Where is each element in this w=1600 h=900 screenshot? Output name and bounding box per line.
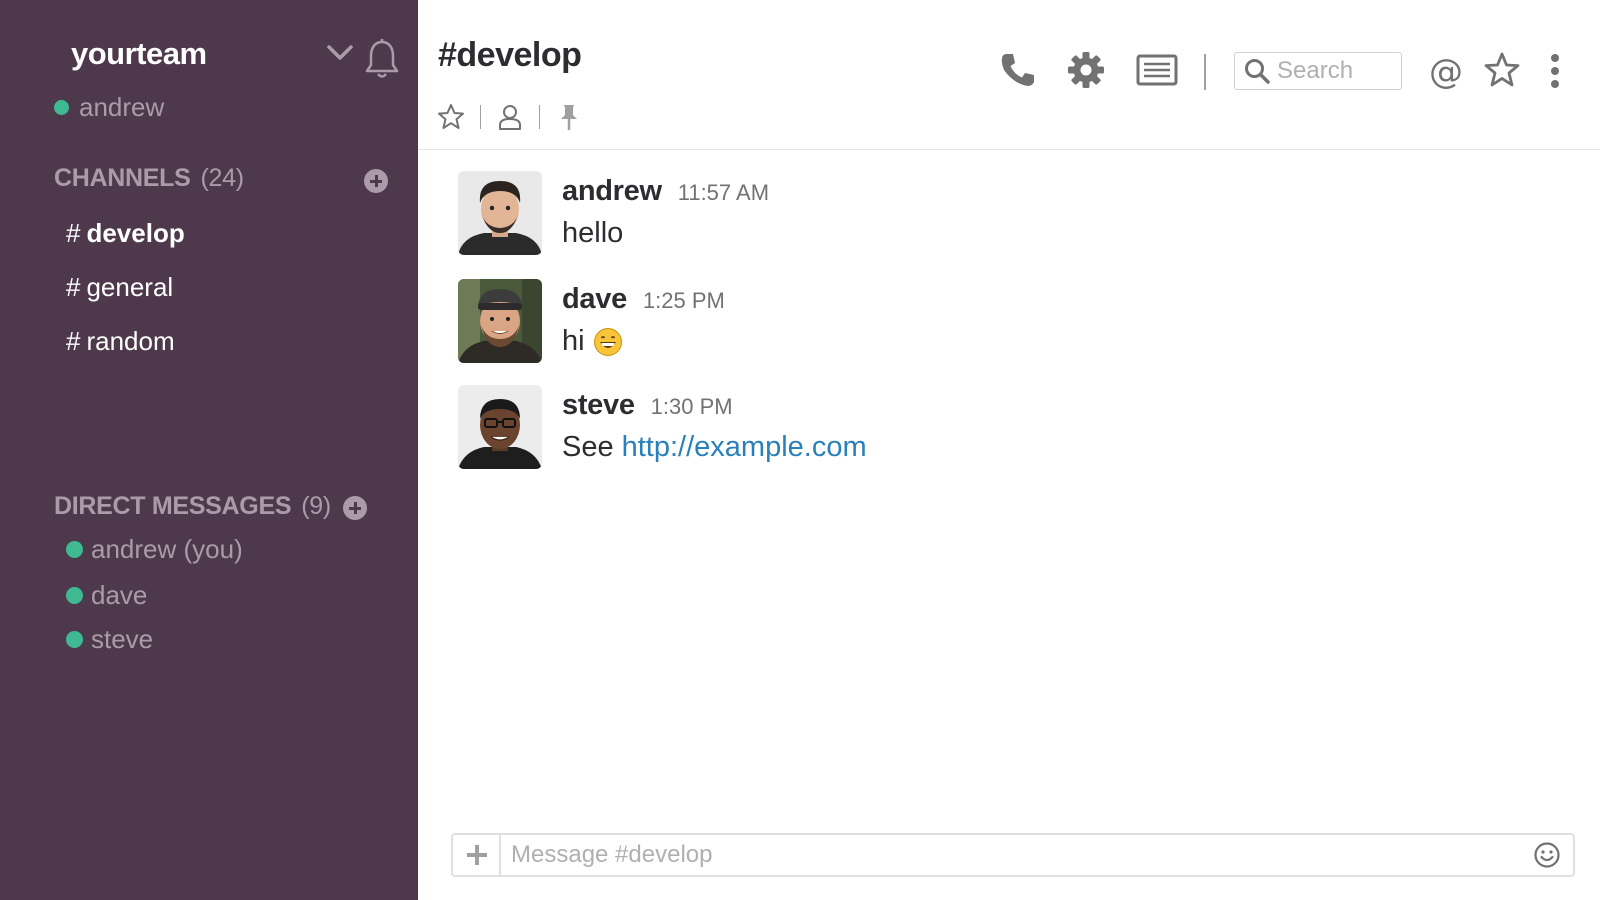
search-icon (1245, 59, 1270, 84)
divider (1204, 54, 1206, 90)
dm-name: steve (91, 624, 154, 654)
chevron-down-icon[interactable] (326, 42, 354, 64)
message-author[interactable]: dave (562, 283, 627, 316)
phone-icon[interactable] (998, 50, 1038, 90)
bell-icon[interactable] (364, 38, 400, 80)
current-user[interactable]: andrew (54, 92, 164, 123)
channel-title[interactable]: #develop (438, 36, 582, 75)
channel-name: random (86, 326, 175, 356)
message-link[interactable]: http://example.com (622, 431, 867, 464)
message-timestamp[interactable]: 11:57 AM (678, 180, 769, 206)
channel-item-random[interactable]: # random (66, 326, 175, 357)
add-channel-icon[interactable] (364, 169, 388, 193)
dm-name: andrew (you) (91, 534, 243, 564)
more-options-icon[interactable] (1548, 52, 1562, 90)
message-item: steve 1:30 PM See http://example.com (458, 385, 1558, 475)
search-input[interactable] (1277, 57, 1397, 85)
presence-indicator (54, 100, 69, 115)
message-composer (451, 833, 1575, 877)
presence-indicator (66, 541, 83, 558)
message-header: steve 1:30 PM (562, 389, 733, 422)
emoji-picker-icon[interactable] (1533, 841, 1561, 869)
svg-text:@: @ (1429, 52, 1463, 92)
dm-name: dave (91, 580, 148, 610)
dm-item-andrew[interactable]: andrew (you) (66, 534, 243, 565)
channel-item-develop[interactable]: # develop (66, 218, 185, 249)
channel-details-icon[interactable] (1136, 50, 1178, 90)
direct-messages-label: DIRECT MESSAGES (54, 492, 292, 520)
message-timestamp[interactable]: 1:30 PM (651, 394, 733, 420)
star-outline-icon[interactable] (436, 102, 466, 132)
channel-name: develop (86, 218, 185, 248)
message-text: hi (562, 325, 585, 357)
message-author[interactable]: steve (562, 389, 635, 422)
message-body: See http://example.com (562, 431, 867, 464)
gear-icon[interactable] (1066, 50, 1106, 90)
message-item: dave 1:25 PM hi (458, 279, 1558, 369)
channel-item-general[interactable]: # general (66, 272, 173, 303)
mentions-icon[interactable]: @ (1426, 52, 1466, 92)
channel-hash: # (66, 218, 81, 248)
team-name[interactable]: yourteam (71, 36, 207, 72)
member-icon[interactable] (495, 102, 525, 132)
avatar[interactable] (458, 171, 542, 255)
current-user-name: andrew (79, 92, 165, 122)
starred-items-icon[interactable] (1482, 50, 1522, 90)
attach-file-button[interactable] (453, 835, 501, 875)
dm-item-steve[interactable]: steve (66, 624, 153, 655)
sidebar: yourteam andrew CHANNELS (24) # develop … (0, 0, 418, 900)
presence-indicator (66, 587, 83, 604)
dm-item-dave[interactable]: dave (66, 580, 147, 611)
message-author[interactable]: andrew (562, 175, 662, 208)
message-body: hello (562, 217, 623, 250)
channel-header: #develop Search @ (418, 0, 1600, 150)
channel-meta-toolbar (436, 102, 584, 132)
channels-count: (24) (200, 164, 245, 192)
channels-header[interactable]: CHANNELS (24) (54, 164, 244, 193)
divider (539, 105, 540, 129)
channel-hash: # (66, 326, 81, 356)
avatar[interactable] (458, 279, 542, 363)
direct-messages-header[interactable]: DIRECT MESSAGES (9) (54, 492, 331, 521)
presence-indicator (66, 631, 83, 648)
channel-hash: # (66, 272, 81, 302)
message-timestamp[interactable]: 1:25 PM (643, 288, 725, 314)
grinning-face-emoji-icon[interactable] (593, 327, 623, 357)
search-box[interactable] (1234, 52, 1402, 90)
message-text: hello (562, 217, 624, 249)
channels-label: CHANNELS (54, 164, 191, 192)
message-body: hi (562, 325, 623, 358)
message-item: andrew 11:57 AM hello (458, 171, 1558, 261)
add-direct-message-icon[interactable] (343, 496, 367, 520)
divider (480, 105, 481, 129)
avatar[interactable] (458, 385, 542, 469)
message-list: andrew 11:57 AM hello dave 1:25 PM hi st… (418, 151, 1600, 801)
direct-messages-count: (9) (301, 492, 331, 520)
pin-icon[interactable] (554, 102, 584, 132)
message-text: See (562, 431, 614, 463)
message-header: dave 1:25 PM (562, 283, 725, 316)
message-header: andrew 11:57 AM (562, 175, 769, 208)
message-input[interactable] (511, 841, 1533, 869)
channel-name: general (86, 272, 174, 302)
